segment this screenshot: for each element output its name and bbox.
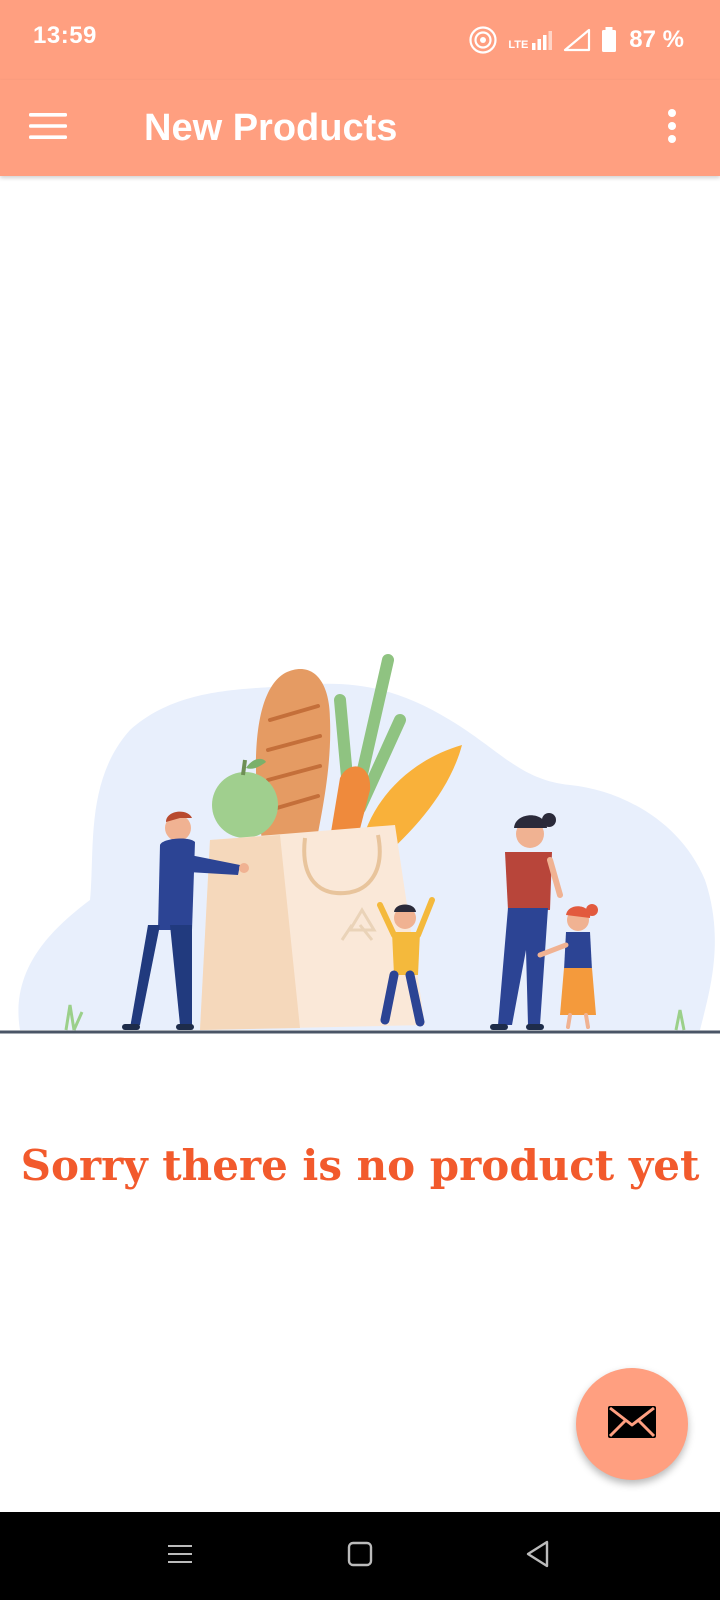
lte-signal-icon: LTE (508, 29, 553, 51)
home-button[interactable] (336, 1532, 384, 1580)
hamburger-menu-icon (28, 111, 68, 146)
home-icon (347, 1541, 373, 1572)
app-bar: New Products (0, 80, 720, 176)
status-icons: LTE 87 % (468, 20, 684, 60)
signal-icon (563, 28, 591, 52)
mail-fab-button[interactable] (576, 1368, 688, 1480)
system-nav-bar (0, 1512, 720, 1600)
status-bar: 13:59 LTE 87 % (0, 0, 720, 80)
empty-state-message: Sorry there is no product yet (20, 1141, 700, 1190)
more-vert-icon (666, 108, 678, 149)
battery-icon (601, 27, 617, 53)
back-button[interactable] (514, 1532, 562, 1580)
mail-icon (607, 1405, 657, 1444)
overflow-menu-button[interactable] (644, 100, 700, 156)
recents-icon (166, 1542, 194, 1571)
hotspot-icon (468, 25, 498, 55)
status-time: 13:59 (33, 22, 97, 49)
lte-label: LTE (508, 39, 529, 51)
page-title: New Products (144, 107, 398, 149)
back-icon (525, 1540, 551, 1573)
menu-button[interactable] (20, 100, 76, 156)
empty-state-illustration (0, 654, 720, 1034)
battery-percent: 87 % (629, 26, 684, 53)
recents-button[interactable] (156, 1532, 204, 1580)
